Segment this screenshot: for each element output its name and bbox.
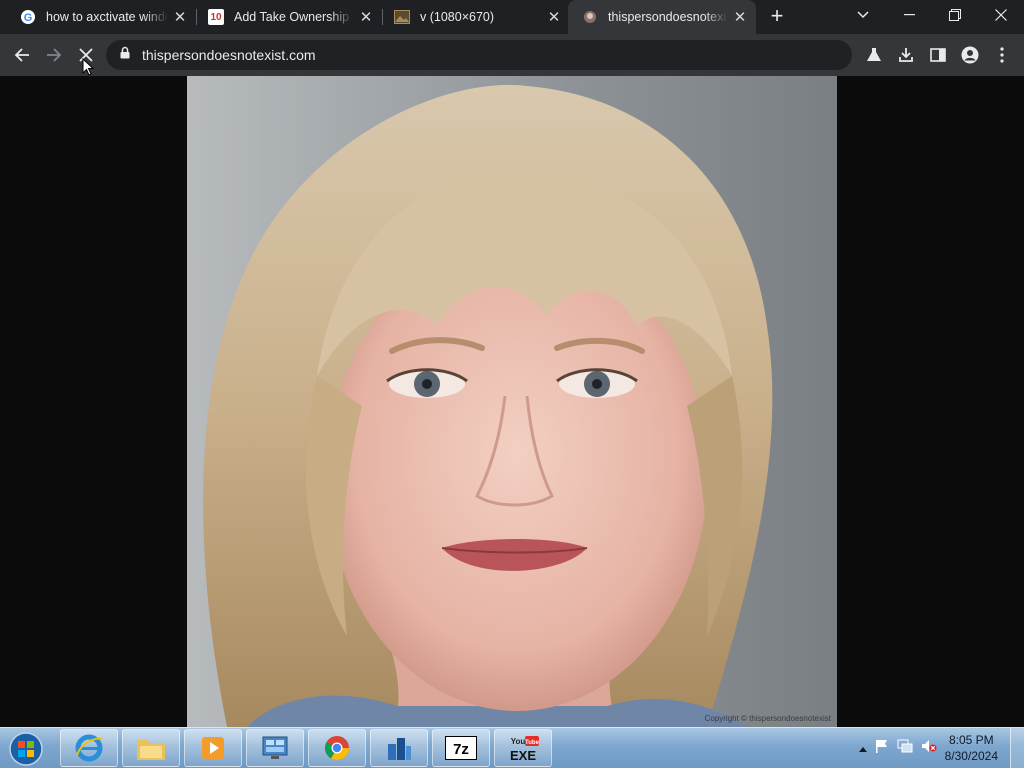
watermark-text: Copyright © thispersondoesnotexist	[704, 714, 831, 723]
show-hidden-icons-icon[interactable]	[858, 739, 867, 757]
tab-title: v (1080×670)	[420, 10, 495, 24]
7zip-label: 7z	[453, 741, 469, 758]
media-player-icon[interactable]	[184, 729, 242, 767]
mouse-cursor-icon	[82, 57, 95, 81]
tab-title: thispersondoesnotexist	[608, 10, 728, 24]
restore-button[interactable]	[932, 0, 978, 30]
new-tab-button[interactable]: +	[766, 5, 788, 27]
file-explorer-icon[interactable]	[122, 729, 180, 767]
system-tray: 8:05 PM 8/30/2024	[858, 728, 1024, 768]
close-tab-icon[interactable]: ✕	[168, 8, 192, 26]
tab-take-ownership[interactable]: 10 Add Take Ownership to ✕	[194, 0, 382, 34]
chrome-icon[interactable]	[308, 729, 366, 767]
back-icon[interactable]	[8, 41, 36, 69]
start-button[interactable]	[4, 730, 48, 768]
youtube-exe-icon[interactable]: You Tube EXE	[494, 729, 552, 767]
forward-icon[interactable]	[40, 41, 68, 69]
tab-image[interactable]: v (1080×670) ✕	[380, 0, 570, 34]
url-text: thispersondoesnotexist.com	[142, 47, 316, 63]
internet-explorer-icon[interactable]	[60, 729, 118, 767]
download-icon[interactable]	[892, 41, 920, 69]
network-app-icon[interactable]	[370, 729, 428, 767]
youtube-label: You	[511, 737, 526, 746]
google-icon: G	[20, 9, 36, 25]
tab-search-chevron-icon[interactable]	[840, 0, 886, 30]
lock-icon[interactable]	[120, 46, 134, 64]
clock[interactable]: 8:05 PM 8/30/2024	[945, 732, 998, 764]
show-desktop-button[interactable]	[1010, 728, 1024, 768]
tab-strip: G how to axctivate windows ✕ 10 Add Take…	[0, 0, 1024, 34]
labs-icon[interactable]	[860, 41, 888, 69]
7zip-icon[interactable]: 7z	[432, 729, 490, 767]
action-center-flag-icon[interactable]	[875, 739, 889, 758]
network-icon[interactable]	[897, 739, 913, 758]
youtube-sub-label: Tube	[525, 740, 540, 746]
tab-title: how to axctivate windows	[46, 10, 168, 24]
clock-time: 8:05 PM	[948, 733, 994, 747]
taskbar: 7z You Tube EXE 8:05 PM 8/30/2024	[0, 727, 1024, 768]
exe-label: EXE	[510, 748, 536, 763]
page-content: Copyright © thispersondoesnotexist	[0, 76, 1024, 727]
close-tab-icon[interactable]: ✕	[542, 8, 566, 26]
site-icon	[582, 9, 598, 25]
volume-muted-icon[interactable]	[921, 739, 937, 758]
tab-thispersondoesnotexist[interactable]: thispersondoesnotexist ✕	[568, 0, 756, 34]
profile-icon[interactable]	[956, 41, 984, 69]
address-bar[interactable]: thispersondoesnotexist.com	[106, 40, 852, 70]
control-panel-icon[interactable]	[246, 729, 304, 767]
close-window-button[interactable]	[978, 0, 1024, 30]
close-tab-icon[interactable]: ✕	[354, 8, 378, 26]
close-tab-icon[interactable]: ✕	[728, 8, 752, 26]
menu-icon[interactable]	[988, 41, 1016, 69]
tab-title: Add Take Ownership to	[234, 10, 354, 24]
side-panel-icon[interactable]	[924, 41, 952, 69]
image-icon	[394, 9, 410, 25]
svg-text:G: G	[24, 12, 33, 24]
portrait-image: Copyright © thispersondoesnotexist	[187, 76, 837, 727]
windows10-icon: 10	[208, 9, 224, 25]
minimize-button[interactable]	[886, 0, 932, 30]
clock-date: 8/30/2024	[944, 749, 998, 763]
tab-google-search[interactable]: G how to axctivate windows ✕	[6, 0, 196, 34]
